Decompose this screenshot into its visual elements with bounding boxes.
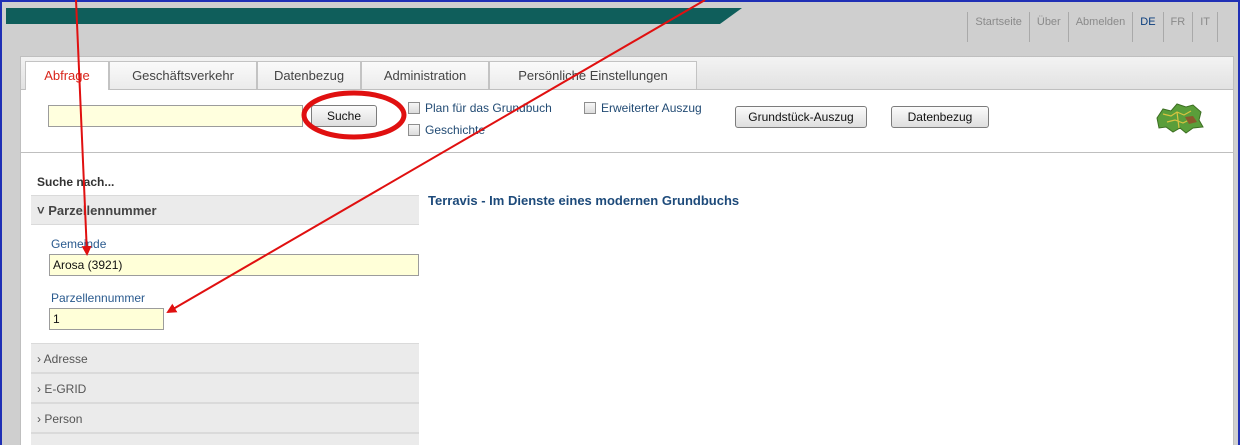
- search-button[interactable]: Suche: [311, 105, 377, 127]
- data-download-button[interactable]: Datenbezug: [891, 106, 989, 128]
- sidebar-title: Suche nach...: [37, 175, 115, 189]
- search-input[interactable]: [48, 105, 303, 127]
- parcel-extract-button[interactable]: Grundstück-Auszug: [735, 106, 867, 128]
- lang-fr[interactable]: FR: [1164, 12, 1194, 42]
- checkbox-box[interactable]: [408, 124, 420, 136]
- main-panel: Abfrage Geschäftsverkehr Datenbezug Admi…: [20, 56, 1234, 445]
- tab-bar: Abfrage Geschäftsverkehr Datenbezug Admi…: [21, 57, 1233, 90]
- content-title: Terravis - Im Dienste eines modernen Gru…: [428, 193, 740, 208]
- accordion-adresse[interactable]: › Adresse: [31, 343, 419, 373]
- top-navigation: Startseite Über Abmelden DE FR IT: [967, 12, 1218, 42]
- search-sidebar: Suche nach... ˅ Parzellennummer Gemeinde…: [21, 153, 419, 445]
- checkbox-extended[interactable]: Erweiterter Auszug: [584, 101, 702, 115]
- chevron-right-icon: ›: [37, 412, 41, 426]
- switzerland-map-icon: [1156, 103, 1204, 134]
- accordion-egrid[interactable]: › E-GRID: [31, 373, 419, 403]
- header-band: [6, 8, 742, 24]
- chevron-down-icon: ˅: [37, 203, 45, 218]
- lang-it[interactable]: IT: [1193, 12, 1218, 42]
- nav-abmelden[interactable]: Abmelden: [1069, 12, 1134, 42]
- tab-persoenliche-einstellungen[interactable]: Persönliche Einstellungen: [489, 61, 697, 89]
- nav-ueber[interactable]: Über: [1030, 12, 1069, 42]
- gemeinde-field[interactable]: Arosa (3921): [49, 254, 419, 276]
- search-toolbar: Suche Plan für das Grundbuch Erweiterter…: [21, 90, 1233, 153]
- checkbox-box[interactable]: [408, 102, 420, 114]
- nav-startseite[interactable]: Startseite: [968, 12, 1030, 42]
- checkbox-plan[interactable]: Plan für das Grundbuch: [408, 101, 552, 115]
- checkbox-box[interactable]: [584, 102, 596, 114]
- tab-abfrage[interactable]: Abfrage: [25, 61, 109, 90]
- accordion-label: Person: [44, 412, 83, 426]
- lang-de[interactable]: DE: [1133, 12, 1164, 42]
- checkbox-history[interactable]: Geschichte: [408, 123, 485, 137]
- accordion-more: [31, 433, 419, 445]
- checkbox-plan-label: Plan für das Grundbuch: [425, 101, 552, 115]
- chevron-right-icon: ›: [37, 382, 41, 396]
- accordion-label: E-GRID: [44, 382, 87, 396]
- app-frame: Startseite Über Abmelden DE FR IT Abfrag…: [0, 0, 1240, 445]
- parcel-field[interactable]: 1: [49, 308, 164, 330]
- tab-geschaeftsverkehr[interactable]: Geschäftsverkehr: [109, 61, 257, 89]
- accordion-person[interactable]: › Person: [31, 403, 419, 433]
- accordion-parzellennummer[interactable]: ˅ Parzellennummer: [31, 195, 419, 225]
- checkbox-history-label: Geschichte: [425, 123, 486, 137]
- tab-datenbezug[interactable]: Datenbezug: [257, 61, 361, 89]
- accordion-label: Parzellennummer: [48, 203, 157, 218]
- parcel-label: Parzellennummer: [51, 291, 146, 305]
- accordion-label: Adresse: [43, 352, 88, 366]
- tab-administration[interactable]: Administration: [361, 61, 489, 89]
- chevron-right-icon: ›: [37, 352, 41, 366]
- checkbox-extended-label: Erweiterter Auszug: [601, 101, 702, 115]
- gemeinde-label: Gemeinde: [51, 237, 107, 251]
